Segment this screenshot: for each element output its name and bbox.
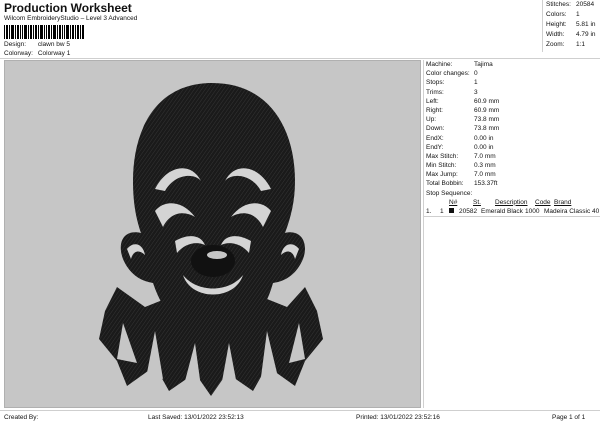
created-by: Created By:	[4, 414, 39, 421]
prop-left: Left: 60.9 mm	[424, 97, 600, 106]
header-description: Description	[495, 198, 528, 206]
prop-value: 3	[474, 88, 478, 96]
prop-value: 0.00 in	[474, 143, 494, 151]
stat-row-width: Width: 4.79 in	[543, 30, 600, 40]
color-swatch	[449, 207, 459, 216]
prop-trims: Trims: 3	[424, 88, 600, 97]
prop-label: Max Jump:	[426, 171, 458, 179]
stat-label: Height:	[546, 21, 567, 28]
stop-sequence-title: Stop Sequence:	[426, 189, 473, 197]
header-brand: Brand	[554, 198, 572, 206]
prop-label: Up:	[426, 116, 437, 124]
prop-value: 1	[474, 79, 478, 87]
prop-label: Total Bobbin:	[426, 180, 464, 188]
prop-endx: EndX: 0.00 in	[424, 134, 600, 143]
prop-value: 60.9 mm	[474, 97, 500, 105]
stat-row-stitches: Stitches: 20584	[543, 0, 600, 10]
stop-sequence-header: N# St. Description Code Brand	[424, 198, 600, 207]
prop-value: Tajima	[474, 61, 493, 68]
prop-right: Right: 60.9 mm	[424, 106, 600, 115]
prop-color-changes: Color changes: 0	[424, 69, 600, 78]
prop-endy: EndY: 0.00 in	[424, 143, 600, 152]
stat-row-height: Height: 5.81 in	[543, 20, 600, 30]
prop-value: 153.37ft	[474, 180, 498, 188]
header-code: Code	[535, 198, 551, 206]
prop-label: Down:	[426, 125, 445, 133]
prop-label: Color changes:	[426, 70, 470, 78]
row-st: 20582	[459, 207, 478, 215]
properties-panel: Machine: Tajima Color changes: 0 Stops: 1 T…	[423, 60, 600, 408]
stat-row-zoom: Zoom: 1:1	[543, 40, 600, 50]
stat-label: Colors:	[546, 11, 567, 18]
prop-label: Max Stitch:	[426, 152, 459, 160]
colorway-value: Colorway 1	[37, 50, 71, 57]
prop-label: EndY:	[426, 143, 444, 151]
prop-total-bobbin: Total Bobbin: 153.37ft	[424, 179, 600, 188]
prop-value: 0.00 in	[474, 134, 494, 142]
last-saved: Last Saved: 13/01/2022 23:52:13	[148, 414, 244, 421]
header-divider	[0, 58, 600, 59]
design-label: Design:	[4, 41, 27, 48]
stat-value: 1:1	[576, 41, 586, 48]
design-value: clawn bw 5	[37, 41, 70, 48]
prop-max-stitch: Max Stitch: 7.0 mm	[424, 152, 600, 161]
row-code: 1000	[525, 207, 540, 215]
stat-label: Stitches:	[546, 1, 571, 8]
row-description: Emerald Black	[481, 207, 523, 215]
prop-value: 0	[474, 70, 478, 78]
clown-head	[120, 83, 305, 337]
page-title: Production Worksheet	[4, 1, 132, 15]
prop-value: 73.8 mm	[474, 125, 500, 133]
prop-min-stitch: Min Stitch: 0.3 mm	[424, 161, 600, 170]
printed-date: Printed: 13/01/2022 23:52:16	[356, 414, 440, 421]
stat-label: Zoom:	[546, 41, 565, 48]
stat-value: 5.81 in	[576, 21, 596, 28]
software-subtitle: Wilcom EmbroideryStudio – Level 3 Advanc…	[4, 15, 138, 22]
clown-embroidery-image	[99, 83, 323, 396]
prop-label: Stops:	[426, 79, 445, 87]
stat-value: 20584	[576, 1, 595, 8]
prop-down: Down: 73.8 mm	[424, 124, 600, 133]
prop-up: Up: 73.8 mm	[424, 115, 600, 124]
stat-label: Width:	[546, 31, 565, 38]
barcode	[4, 25, 84, 39]
page-number: Page 1 of 1	[552, 414, 586, 421]
stat-value: 1	[576, 11, 580, 18]
table-row: 1. 1 20582 Emerald Black 1000 Madeira Cl…	[424, 207, 600, 216]
row-num: 1	[440, 207, 444, 215]
stat-value: 4.79 in	[576, 31, 596, 38]
row-brand: Madeira Classic 40	[544, 207, 600, 215]
design-preview	[4, 60, 421, 408]
prop-value: 0.3 mm	[474, 162, 496, 170]
nose-highlight	[207, 251, 227, 259]
header-st: St.	[473, 198, 481, 206]
row-index: 1.	[426, 207, 432, 215]
prop-max-jump: Max Jump: 7.0 mm	[424, 170, 600, 179]
prop-machine: Machine: Tajima	[424, 60, 600, 69]
header-num: N#	[449, 198, 458, 206]
stat-row-colors: Colors: 1	[543, 10, 600, 20]
prop-label: Machine:	[426, 61, 453, 68]
prop-stops: Stops: 1	[424, 78, 600, 87]
prop-label: Trims:	[426, 88, 444, 96]
footer: Created By: Last Saved: 13/01/2022 23:52…	[0, 410, 600, 425]
prop-label: EndX:	[426, 134, 444, 142]
prop-label: Right:	[426, 106, 443, 114]
design-row: Design: clawn bw 5	[4, 41, 70, 48]
sequence-divider	[424, 216, 600, 217]
prop-label: Min Stitch:	[426, 162, 457, 170]
prop-value: 7.0 mm	[474, 152, 496, 160]
prop-label: Left:	[426, 97, 439, 105]
clown-nose	[191, 245, 235, 277]
prop-value: 60.9 mm	[474, 106, 500, 114]
stats-panel: Stitches: 20584 Colors: 1 Height: 5.81 in W…	[542, 0, 600, 52]
colorway-label: Colorway:	[4, 50, 33, 57]
colorway-row: Colorway: Colorway 1	[4, 50, 70, 57]
prop-value: 73.8 mm	[474, 116, 500, 124]
prop-value: 7.0 mm	[474, 171, 496, 179]
